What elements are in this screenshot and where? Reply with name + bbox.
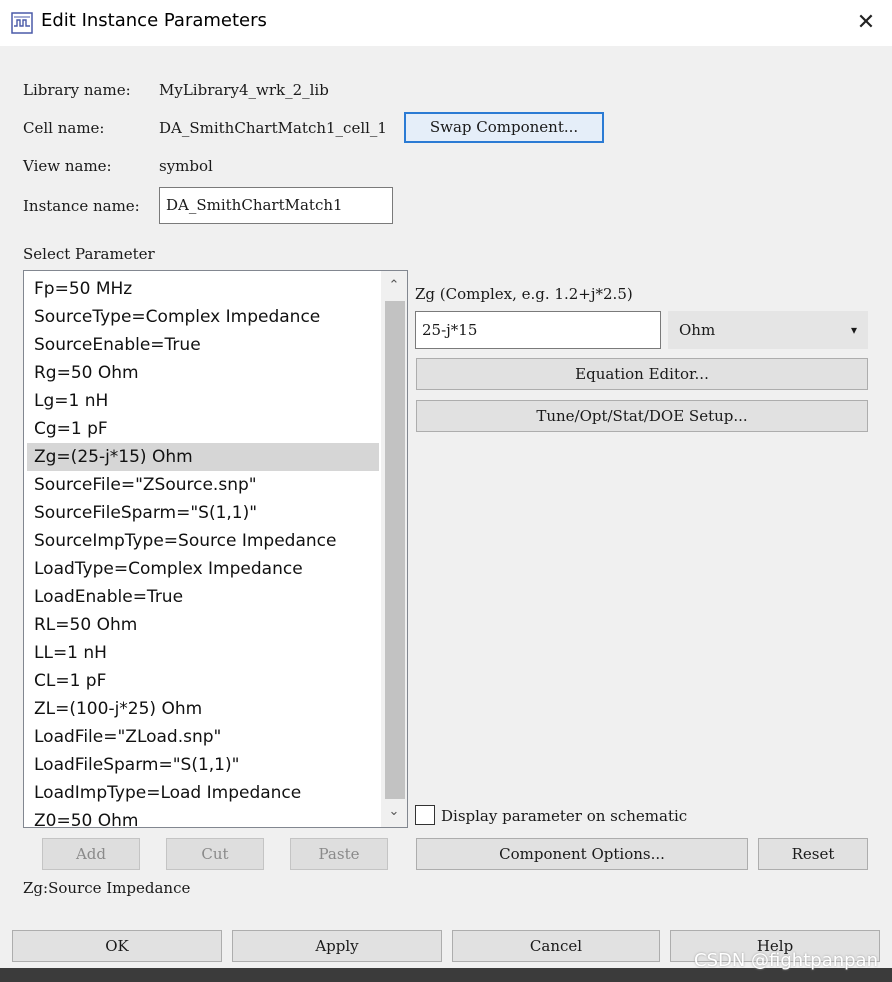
tune-opt-setup-button[interactable]: Tune/Opt/Stat/DOE Setup... — [416, 400, 868, 432]
unit-select[interactable]: Ohm ▾ — [668, 311, 868, 349]
unit-select-value: Ohm — [679, 321, 716, 339]
library-name-label: Library name: — [23, 81, 131, 99]
display-parameter-checkbox[interactable] — [415, 805, 435, 825]
window-title: Edit Instance Parameters — [41, 10, 267, 31]
parameter-list-item[interactable]: CL=1 pF — [27, 667, 379, 695]
parameter-list-item[interactable]: SourceFile="ZSource.snp" — [27, 471, 379, 499]
ok-button[interactable]: OK — [12, 930, 222, 962]
apply-button[interactable]: Apply — [232, 930, 442, 962]
parameter-list-item[interactable]: RL=50 Ohm — [27, 611, 379, 639]
parameter-list-item[interactable]: Z0=50 Ohm — [27, 807, 379, 827]
component-options-button[interactable]: Component Options... — [416, 838, 748, 870]
chevron-down-icon: ▾ — [850, 323, 857, 337]
display-parameter-label: Display parameter on schematic — [441, 807, 688, 825]
app-icon — [11, 12, 33, 34]
parameter-list-item[interactable]: LL=1 nH — [27, 639, 379, 667]
parameter-list-item[interactable]: LoadEnable=True — [27, 583, 379, 611]
parameter-list-item[interactable]: Fp=50 MHz — [27, 275, 379, 303]
scrollbar-thumb[interactable] — [385, 301, 405, 799]
cancel-button[interactable]: Cancel — [452, 930, 660, 962]
parameter-list-item[interactable]: Lg=1 nH — [27, 387, 379, 415]
watermark: CSDN @fightpanpan — [694, 950, 878, 971]
parameter-list-item[interactable]: SourceFileSparm="S(1,1)" — [27, 499, 379, 527]
parameter-list-item[interactable]: Rg=50 Ohm — [27, 359, 379, 387]
cut-button[interactable]: Cut — [166, 838, 264, 870]
parameter-list-item[interactable]: SourceEnable=True — [27, 331, 379, 359]
parameter-list-item[interactable]: ZL=(100-j*25) Ohm — [27, 695, 379, 723]
swap-component-button[interactable]: Swap Component... — [404, 112, 604, 143]
library-name-value: MyLibrary4_wrk_2_lib — [159, 81, 329, 99]
parameter-list[interactable]: Fp=50 MHz SourceType=Complex Impedance Sou… — [23, 270, 408, 828]
view-name-value: symbol — [159, 157, 213, 175]
parameter-list-item[interactable]: LoadImpType=Load Impedance — [27, 779, 379, 807]
parameter-list-item[interactable]: LoadFile="ZLoad.snp" — [27, 723, 379, 751]
equation-editor-button[interactable]: Equation Editor... — [416, 358, 868, 390]
parameter-list-item[interactable]: SourceType=Complex Impedance — [27, 303, 379, 331]
status-text: Zg:Source Impedance — [23, 879, 191, 897]
paste-button[interactable]: Paste — [290, 838, 388, 870]
cell-name-value: DA_SmithChartMatch1_cell_1 — [159, 119, 387, 137]
parameter-value-input[interactable]: 25-j*15 — [415, 311, 661, 349]
parameter-list-item[interactable]: Zg=(25-j*15) Ohm — [27, 443, 379, 471]
parameter-list-item[interactable]: LoadFileSparm="S(1,1)" — [27, 751, 379, 779]
scroll-up-icon[interactable]: ⌃ — [381, 273, 407, 299]
instance-name-input[interactable]: DA_SmithChartMatch1 — [159, 187, 393, 224]
add-button[interactable]: Add — [42, 838, 140, 870]
parameter-list-item[interactable]: SourceImpType=Source Impedance — [27, 527, 379, 555]
parameter-list-item[interactable]: LoadType=Complex Impedance — [27, 555, 379, 583]
scroll-down-icon[interactable]: ⌄ — [381, 799, 407, 825]
cell-name-label: Cell name: — [23, 119, 105, 137]
reset-button[interactable]: Reset — [758, 838, 868, 870]
select-parameter-label: Select Parameter — [23, 245, 155, 263]
parameter-description-label: Zg (Complex, e.g. 1.2+j*2.5) — [415, 285, 633, 303]
close-icon[interactable]: ✕ — [852, 10, 880, 36]
view-name-label: View name: — [23, 157, 112, 175]
parameter-list-item[interactable]: Cg=1 pF — [27, 415, 379, 443]
instance-name-label: Instance name: — [23, 197, 140, 215]
